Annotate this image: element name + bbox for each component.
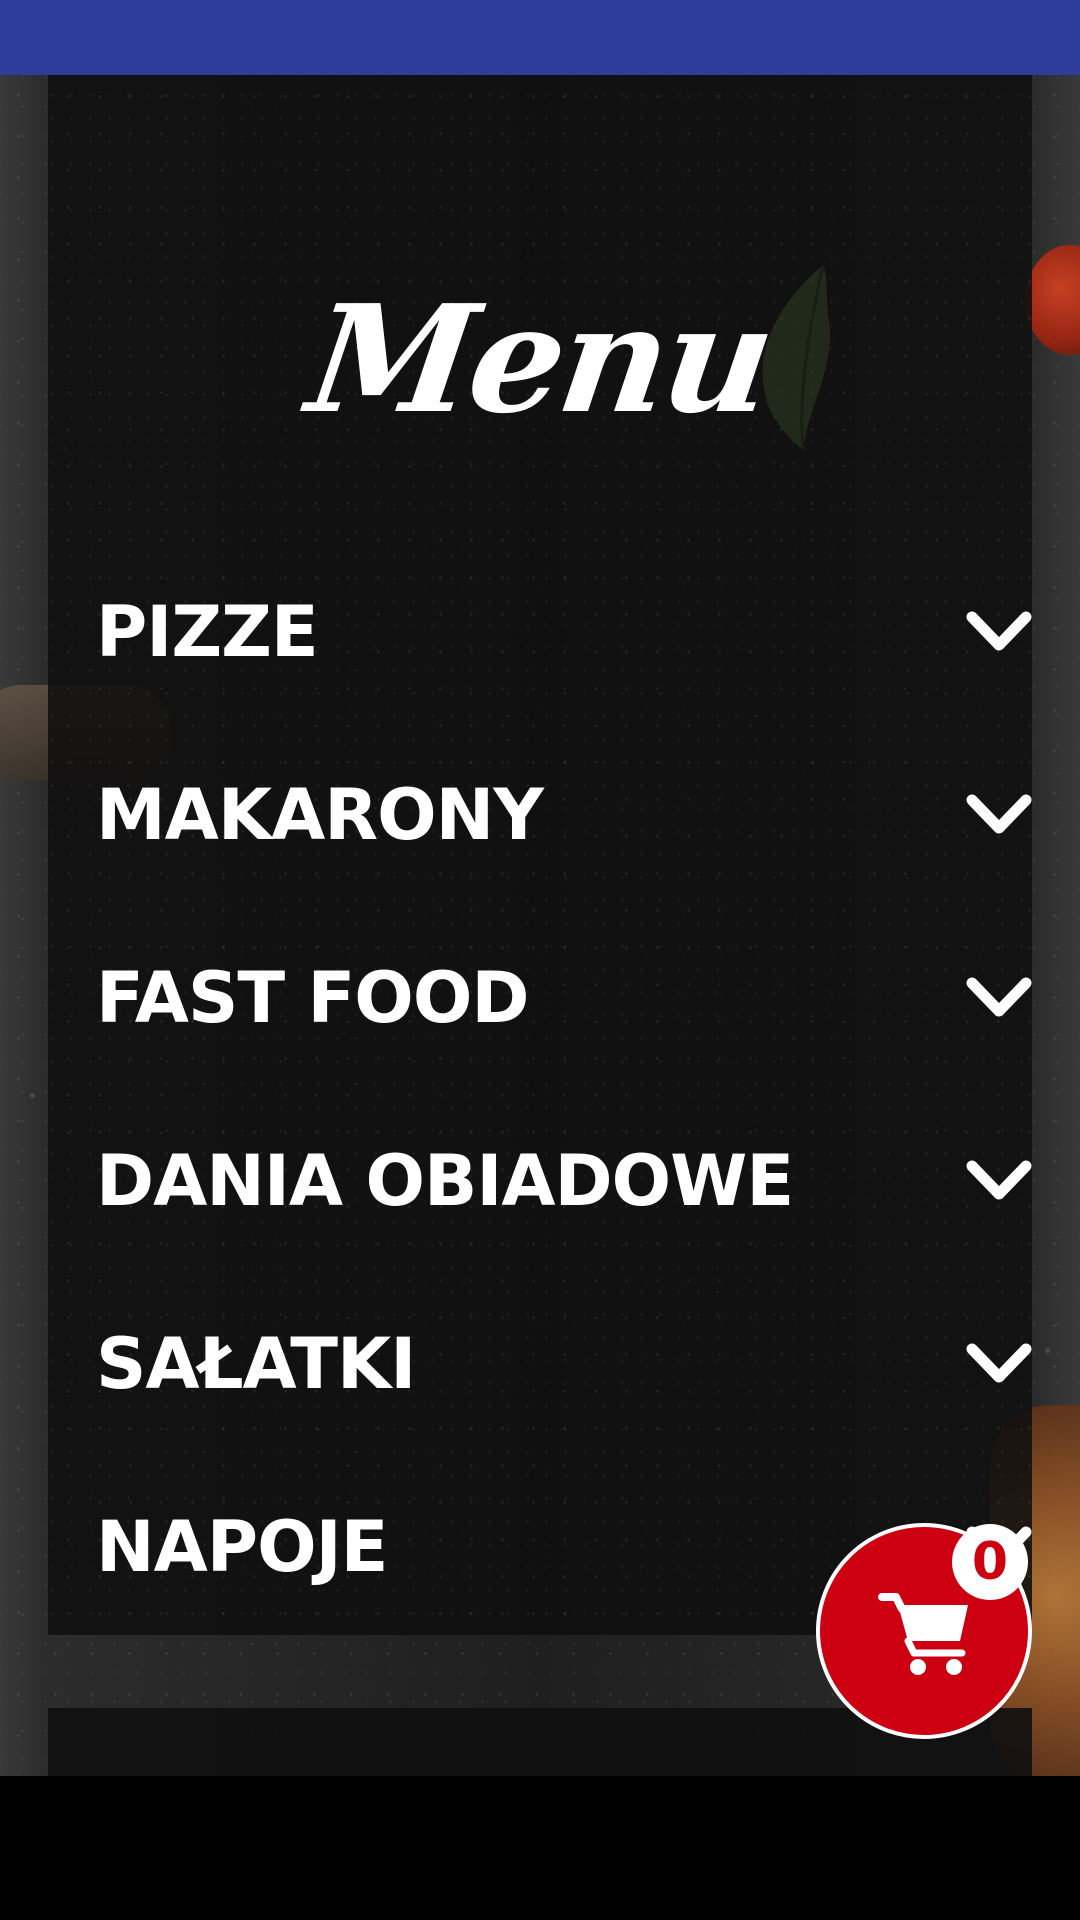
chevron-down-icon[interactable] (964, 1156, 1032, 1206)
category-pizze[interactable]: PIZZE (96, 577, 1032, 727)
category-label: PIZZE (96, 591, 319, 673)
menu-card: Menu PIZZE MAKARONY FAST FOOD DANIA OBIA… (48, 75, 1032, 1635)
category-dania-obiadowe[interactable]: DANIA OBIADOWE (96, 1126, 1032, 1276)
category-label: NAPOJE (96, 1506, 388, 1588)
chevron-down-icon[interactable] (964, 973, 1032, 1023)
chevron-down-icon[interactable] (964, 790, 1032, 840)
category-label: SAŁATKI (96, 1323, 416, 1405)
category-makarony[interactable]: MAKARONY (96, 760, 1032, 910)
category-salatki[interactable]: SAŁATKI (96, 1309, 1032, 1459)
menu-title: Menu (299, 272, 781, 446)
category-label: FAST FOOD (96, 957, 529, 1039)
chevron-down-icon[interactable] (964, 1339, 1032, 1389)
chevron-down-icon[interactable] (964, 607, 1032, 657)
tomato-image (1025, 245, 1080, 355)
cart-icon (878, 1593, 968, 1675)
status-bar (0, 0, 1080, 75)
cart-count-badge: 0 (952, 1524, 1028, 1600)
navigation-bar (0, 1776, 1080, 1920)
category-label: DANIA OBIADOWE (96, 1140, 794, 1222)
category-fast-food[interactable]: FAST FOOD (96, 943, 1032, 1093)
category-label: MAKARONY (96, 774, 544, 856)
